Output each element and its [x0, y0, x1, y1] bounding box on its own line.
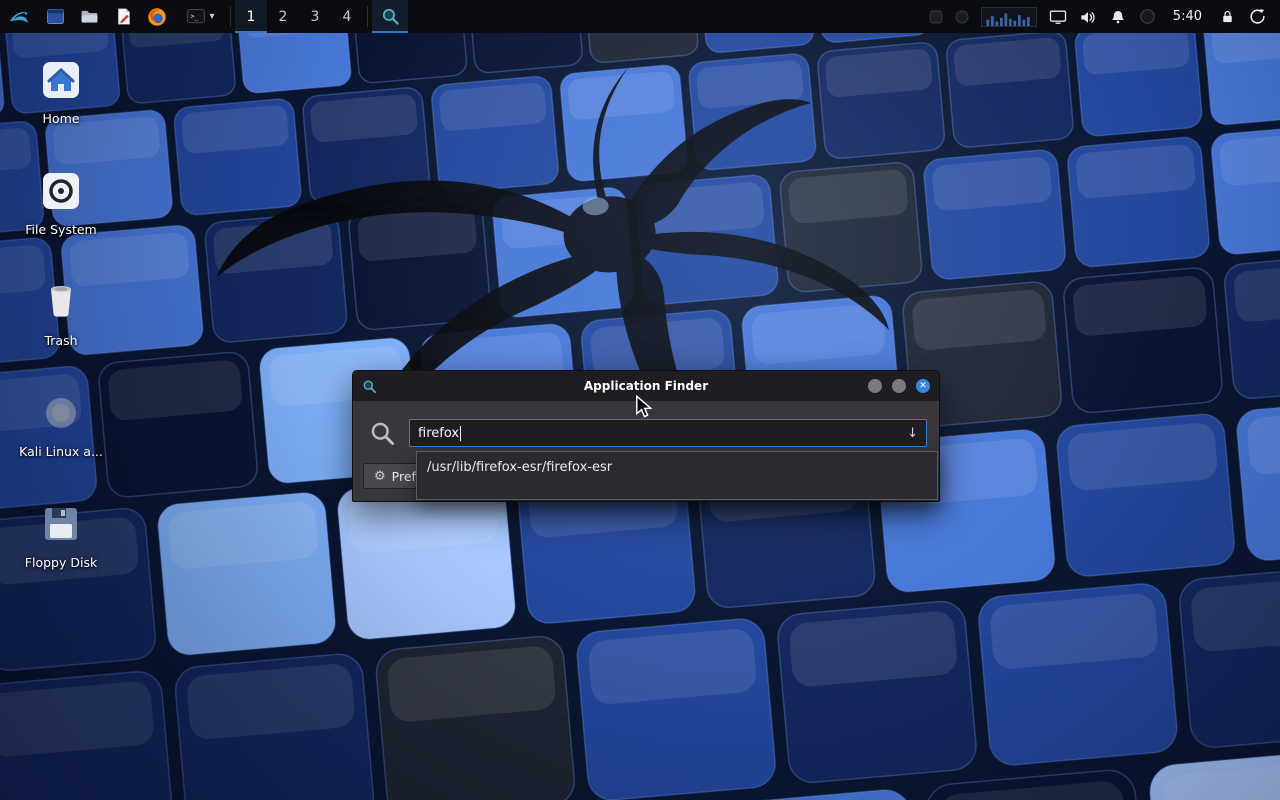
top-panel: >_ ▾ 1 2 3 4	[0, 0, 1280, 33]
workspace-label: 4	[343, 9, 352, 25]
search-icon	[369, 420, 396, 447]
desktop: Home File System Trash Kali Linux a...	[0, 0, 1280, 800]
minimize-button[interactable]	[868, 379, 882, 393]
lock-icon	[1219, 8, 1236, 25]
panel-separator	[230, 6, 231, 27]
taskbar-application-finder[interactable]	[372, 0, 408, 33]
desktop-icon-trash[interactable]: Trash	[16, 278, 106, 348]
workspace-button-2[interactable]: 2	[267, 0, 299, 33]
launcher-file-manager[interactable]	[72, 0, 106, 33]
application-finder-task-icon	[381, 7, 400, 26]
launcher-firefox[interactable]	[140, 0, 174, 33]
search-input-value: firefox	[418, 426, 459, 441]
combo-down-arrow-icon[interactable]: ↓	[907, 426, 918, 441]
launcher-window-app[interactable]	[38, 0, 72, 33]
desktop-icon-label: File System	[25, 222, 97, 237]
gear-icon: ⚙	[374, 469, 386, 484]
desktop-icon-label: Floppy Disk	[25, 555, 97, 570]
display-icon	[1048, 7, 1068, 27]
workspace-button-4[interactable]: 4	[331, 0, 363, 33]
firefox-icon	[146, 6, 168, 28]
finder-titlebar[interactable]: Application Finder ✕	[353, 371, 939, 401]
desktop-icon-kali-linux[interactable]: Kali Linux a...	[16, 389, 106, 459]
search-row: firefox ↓	[353, 401, 939, 447]
desktop-icon-label: Home	[43, 111, 80, 126]
panel-right-cluster: 5:40	[923, 0, 1280, 33]
application-finder-icon	[362, 379, 377, 394]
completion-popup: /usr/lib/firefox-esr/firefox-esr	[416, 451, 938, 500]
desktop-icon-home[interactable]: Home	[16, 56, 106, 126]
trash-icon	[37, 278, 85, 326]
floppy-disk-icon	[37, 500, 85, 548]
launcher-terminal[interactable]: >_ ▾	[174, 0, 226, 33]
file-system-icon	[37, 167, 85, 215]
status-indicator[interactable]	[1133, 0, 1163, 33]
clock[interactable]: 5:40	[1163, 9, 1212, 24]
close-button[interactable]: ✕	[916, 379, 930, 393]
workspace-label: 1	[247, 9, 256, 25]
workspace-button-3[interactable]: 3	[299, 0, 331, 33]
dark-circle-icon	[1138, 7, 1157, 26]
home-icon	[37, 56, 85, 104]
volume-indicator[interactable]	[1073, 0, 1103, 33]
desktop-icon-file-system[interactable]: File System	[16, 167, 106, 237]
desktop-icon-floppy-disk[interactable]: Floppy Disk	[16, 500, 106, 570]
session-logout-button[interactable]	[1242, 0, 1272, 33]
text-caret	[460, 426, 461, 441]
svg-text:>_: >_	[191, 13, 200, 21]
desktop-icon-label: Trash	[44, 333, 77, 348]
close-icon: ✕	[919, 382, 927, 391]
lock-indicator[interactable]	[1212, 0, 1242, 33]
logout-icon	[1248, 7, 1267, 26]
bell-icon	[1109, 8, 1127, 26]
cpu-graph[interactable]	[981, 7, 1037, 27]
launcher-text-editor[interactable]	[106, 0, 140, 33]
speaker-icon	[1078, 7, 1098, 27]
completion-item[interactable]: /usr/lib/firefox-esr/firefox-esr	[417, 452, 937, 483]
maximize-button[interactable]	[892, 379, 906, 393]
display-indicator[interactable]	[1043, 0, 1073, 33]
panel-separator	[367, 6, 368, 27]
tray-app-icon	[954, 9, 970, 25]
tray-icon-1[interactable]	[923, 0, 949, 33]
window-app-icon	[45, 6, 66, 27]
desktop-icons: Home File System Trash Kali Linux a...	[16, 56, 106, 570]
file-manager-icon	[79, 6, 100, 27]
notifications-indicator[interactable]	[1103, 0, 1133, 33]
workspace-label: 2	[279, 9, 288, 25]
desktop-icon-label: Kali Linux a...	[19, 444, 103, 459]
tray-icon-2[interactable]	[949, 0, 975, 33]
workspace-button-1[interactable]: 1	[235, 0, 267, 33]
chevron-down-icon[interactable]: ▾	[209, 12, 214, 22]
text-editor-icon	[113, 6, 134, 27]
kali-docs-icon	[37, 389, 85, 437]
tray-app-icon	[928, 9, 944, 25]
terminal-icon: >_	[185, 6, 207, 27]
window-title: Application Finder	[353, 379, 939, 393]
applications-menu-button[interactable]	[0, 0, 38, 33]
kali-logo-icon	[8, 5, 31, 28]
search-input[interactable]: firefox ↓	[409, 419, 927, 447]
window-controls: ✕	[868, 379, 930, 393]
workspace-label: 3	[311, 9, 320, 25]
